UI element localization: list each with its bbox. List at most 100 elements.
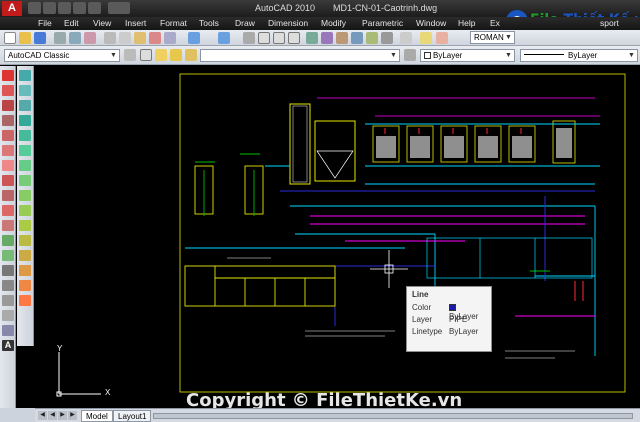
- cut-icon[interactable]: [104, 32, 116, 44]
- linetype-combo[interactable]: ByLayer ▼: [520, 49, 638, 62]
- ellipse-arc-icon[interactable]: [2, 220, 14, 231]
- zoom-realtime-icon[interactable]: [258, 32, 270, 44]
- help-icon[interactable]: [400, 32, 412, 44]
- trim-icon[interactable]: [19, 205, 31, 216]
- make-block-icon[interactable]: [2, 250, 14, 261]
- fillet-icon[interactable]: [19, 280, 31, 291]
- break-icon[interactable]: [19, 235, 31, 246]
- first-tab-icon[interactable]: ◀: [38, 411, 47, 420]
- chamfer-icon[interactable]: [19, 265, 31, 276]
- horizontal-scrollbar[interactable]: [153, 413, 633, 419]
- menu-format[interactable]: Format: [160, 18, 187, 28]
- tab-layout1[interactable]: Layout1: [113, 410, 152, 422]
- menu-export[interactable]: sport: [600, 18, 619, 28]
- undo-icon[interactable]: [73, 2, 86, 14]
- menu-help[interactable]: Help: [458, 18, 475, 28]
- match-properties-icon[interactable]: [149, 32, 161, 44]
- menu-tools[interactable]: Tools: [199, 18, 219, 28]
- plot-icon[interactable]: [54, 32, 66, 44]
- zoom-window-icon[interactable]: [273, 32, 285, 44]
- paste-icon[interactable]: [134, 32, 146, 44]
- menu-modify[interactable]: Modify: [321, 18, 346, 28]
- stretch-icon[interactable]: [19, 190, 31, 201]
- prev-tab-icon[interactable]: ◀: [48, 411, 57, 420]
- arc-icon[interactable]: [2, 145, 14, 156]
- properties-icon[interactable]: [306, 32, 318, 44]
- design-center-icon[interactable]: [321, 32, 333, 44]
- dim-style-icon[interactable]: [436, 32, 448, 44]
- drawing-area[interactable]: Y X: [35, 66, 640, 408]
- line-icon[interactable]: [2, 70, 14, 81]
- layer-previous-icon[interactable]: [404, 49, 416, 61]
- region-icon[interactable]: [2, 310, 14, 321]
- tool-palettes-icon[interactable]: [336, 32, 348, 44]
- markup-icon[interactable]: [366, 32, 378, 44]
- save-icon[interactable]: [58, 2, 71, 14]
- light-bulb-icon[interactable]: [155, 49, 167, 61]
- preview-icon[interactable]: [69, 32, 81, 44]
- next-tab-icon[interactable]: ▶: [58, 411, 67, 420]
- multiline-text-icon[interactable]: A: [2, 340, 14, 351]
- menu-file[interactable]: File: [38, 18, 52, 28]
- workspace-settings-icon[interactable]: [124, 49, 136, 61]
- sheet-set-icon[interactable]: [351, 32, 363, 44]
- qnew-icon[interactable]: [4, 32, 16, 44]
- construction-line-icon[interactable]: [2, 85, 14, 96]
- revision-cloud-icon[interactable]: [2, 175, 14, 186]
- menu-window[interactable]: Window: [416, 18, 446, 28]
- extend-icon[interactable]: [19, 220, 31, 231]
- publish-icon[interactable]: [84, 32, 96, 44]
- text-style-icon[interactable]: [420, 32, 432, 44]
- menu-express[interactable]: Ex: [490, 18, 500, 28]
- redo-icon[interactable]: [88, 2, 101, 14]
- gradient-icon[interactable]: [2, 295, 14, 306]
- table-icon[interactable]: [2, 325, 14, 336]
- undo-icon[interactable]: [188, 32, 200, 44]
- layer-properties-icon[interactable]: [140, 49, 152, 61]
- workspace-combo[interactable]: AutoCAD Classic ▼: [4, 49, 120, 62]
- array-icon[interactable]: [19, 130, 31, 141]
- polygon-icon[interactable]: [2, 115, 14, 126]
- autocad-app-icon[interactable]: A: [2, 1, 22, 16]
- print-icon[interactable]: [108, 2, 130, 14]
- menu-insert[interactable]: Insert: [125, 18, 146, 28]
- lock-icon[interactable]: [185, 49, 197, 61]
- circle-icon[interactable]: [2, 160, 14, 171]
- explode-icon[interactable]: [19, 295, 31, 306]
- menu-view[interactable]: View: [93, 18, 111, 28]
- color-combo[interactable]: ByLayer ▼: [420, 49, 515, 62]
- tab-model[interactable]: Model: [81, 410, 113, 422]
- mirror-icon[interactable]: [19, 100, 31, 111]
- join-icon[interactable]: [19, 250, 31, 261]
- spline-icon[interactable]: [2, 190, 14, 201]
- menu-dimension[interactable]: Dimension: [268, 18, 308, 28]
- redo-icon[interactable]: [218, 32, 230, 44]
- offset-icon[interactable]: [19, 115, 31, 126]
- last-tab-icon[interactable]: ▶: [68, 411, 77, 420]
- point-icon[interactable]: [2, 265, 14, 276]
- copy-icon[interactable]: [119, 32, 131, 44]
- layer-combo[interactable]: ▼: [200, 49, 400, 62]
- rectangle-icon[interactable]: [2, 130, 14, 141]
- insert-block-icon[interactable]: [2, 235, 14, 246]
- ellipse-icon[interactable]: [2, 205, 14, 216]
- zoom-previous-icon[interactable]: [288, 32, 300, 44]
- open-icon[interactable]: [19, 32, 31, 44]
- menu-draw[interactable]: Draw: [235, 18, 255, 28]
- menu-parametric[interactable]: Parametric: [362, 18, 403, 28]
- text-style-combo[interactable]: ROMAN ▼: [470, 31, 515, 44]
- block-editor-icon[interactable]: [164, 32, 176, 44]
- sun-icon[interactable]: [170, 49, 182, 61]
- copy-object-icon[interactable]: [19, 85, 31, 96]
- open-file-icon[interactable]: [43, 2, 56, 14]
- hatch-icon[interactable]: [2, 280, 14, 291]
- scale-icon[interactable]: [19, 175, 31, 186]
- erase-icon[interactable]: [19, 70, 31, 81]
- polyline-icon[interactable]: [2, 100, 14, 111]
- calculator-icon[interactable]: [381, 32, 393, 44]
- move-icon[interactable]: [19, 145, 31, 156]
- pan-icon[interactable]: [243, 32, 255, 44]
- save-icon[interactable]: [34, 32, 46, 44]
- rotate-icon[interactable]: [19, 160, 31, 171]
- menu-edit[interactable]: Edit: [64, 18, 79, 28]
